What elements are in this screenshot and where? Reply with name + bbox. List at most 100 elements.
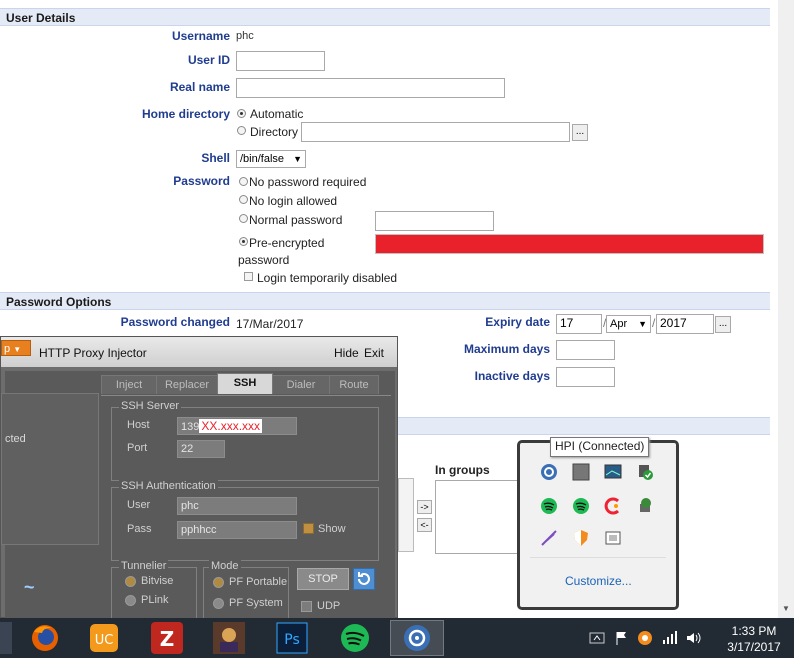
bitvise-radio[interactable] xyxy=(125,576,136,587)
avast-shield-icon[interactable] xyxy=(572,529,590,547)
svg-text:Ps: Ps xyxy=(284,632,300,648)
homedir-directory-radio[interactable] xyxy=(237,126,246,135)
expiry-day-input[interactable]: 17 xyxy=(556,314,602,334)
username-value: phc xyxy=(236,30,254,42)
host-label: Host xyxy=(127,419,150,431)
show-label: Show xyxy=(318,523,346,535)
network-icon[interactable] xyxy=(636,497,654,515)
mode-group xyxy=(203,567,289,619)
taskbar-game-z[interactable]: Z xyxy=(140,620,194,656)
display-icon[interactable] xyxy=(604,529,622,547)
monitor-icon[interactable] xyxy=(604,463,622,481)
ssh-server-title: SSH Server xyxy=(119,400,182,412)
pf-portable-radio[interactable] xyxy=(213,577,224,588)
homedir-automatic-label: Automatic xyxy=(250,107,304,121)
inactive-days-input[interactable] xyxy=(556,367,615,387)
password-nologin-radio[interactable] xyxy=(239,195,248,204)
clock-date: 3/17/2017 xyxy=(727,640,781,654)
tunnelier-title: Tunnelier xyxy=(119,560,169,572)
proxy-menu-button[interactable]: p ▼ xyxy=(1,340,31,356)
taskbar-photoshop[interactable]: Ps xyxy=(265,620,319,656)
spotify-icon[interactable] xyxy=(540,497,558,515)
password-preencrypted-radio[interactable] xyxy=(239,237,248,246)
refresh-icon[interactable] xyxy=(353,568,375,590)
password-normal-radio[interactable] xyxy=(239,214,248,223)
maximum-days-input[interactable] xyxy=(556,340,615,360)
remove-group-button[interactable]: <- xyxy=(417,518,432,532)
taskbar-firefox[interactable] xyxy=(18,620,72,656)
start-edge[interactable] xyxy=(0,622,12,654)
shield-check-icon[interactable] xyxy=(636,463,654,481)
scroll-down-icon[interactable]: ▼ xyxy=(782,604,790,613)
window-icon[interactable] xyxy=(572,463,590,481)
action-center-flag-icon[interactable] xyxy=(613,630,629,646)
proxy-exit-button[interactable]: Exit xyxy=(364,346,384,360)
stop-button[interactable]: STOP xyxy=(297,568,349,590)
chevron-down-icon: ▼ xyxy=(13,345,22,354)
password-preencrypted-input[interactable] xyxy=(375,234,764,254)
spotify-icon-2[interactable] xyxy=(572,497,590,515)
user-details-header: User Details xyxy=(0,8,770,26)
password-normal-input[interactable] xyxy=(375,211,494,231)
volume-icon[interactable] xyxy=(685,630,701,646)
userid-input[interactable] xyxy=(236,51,325,71)
feather-icon[interactable] xyxy=(540,529,558,547)
expiry-month-select[interactable]: Apr ▼ xyxy=(606,315,651,333)
show-checkbox[interactable] xyxy=(303,523,314,534)
tab-inject[interactable]: Inject xyxy=(101,375,157,394)
pass-input[interactable]: pphhcc xyxy=(177,521,297,539)
taskbar-game-warrior[interactable] xyxy=(202,620,256,656)
expiry-year-input[interactable]: 2017 xyxy=(656,314,714,334)
svg-text:Z: Z xyxy=(160,627,175,651)
show-hidden-icons-icon[interactable] xyxy=(589,630,605,646)
signal-bars-icon[interactable] xyxy=(661,630,677,646)
password-nologin-label: No login allowed xyxy=(249,194,338,208)
expiry-browse-button[interactable]: ... xyxy=(715,316,731,333)
plink-label: PLink xyxy=(141,594,169,606)
taskbar-spotify[interactable] xyxy=(328,620,382,656)
taskbar-uc-browser[interactable]: UC xyxy=(77,620,131,656)
tab-route[interactable]: Route xyxy=(329,375,379,394)
password-none-radio[interactable] xyxy=(239,177,248,186)
host-input[interactable]: 139 XX.xxx.xxx xyxy=(177,417,297,435)
tab-ssh[interactable]: SSH xyxy=(217,373,273,394)
password-normal-label: Normal password xyxy=(249,213,343,227)
add-group-button[interactable]: -> xyxy=(417,500,432,514)
login-disabled-checkbox[interactable] xyxy=(244,272,253,281)
photoshop-icon: Ps xyxy=(276,622,308,654)
hpi-icon[interactable] xyxy=(540,463,558,481)
maximum-days-label: Maximum days xyxy=(463,342,550,356)
password-none-label: No password required xyxy=(249,175,367,189)
taskbar: UC Z Ps 1:33 PM 3/17/2017 xyxy=(0,618,794,658)
homedir-browse-button[interactable]: ... xyxy=(572,124,588,141)
realname-input[interactable] xyxy=(236,78,505,98)
pf-system-radio[interactable] xyxy=(213,598,224,609)
chevron-down-icon: ▼ xyxy=(293,154,302,164)
plink-radio[interactable] xyxy=(125,595,136,606)
port-input[interactable]: 22 xyxy=(177,440,225,458)
in-groups-list[interactable] xyxy=(435,480,527,554)
taskbar-hpi[interactable] xyxy=(390,620,444,656)
taskbar-clock[interactable]: 1:33 PM 3/17/2017 xyxy=(714,618,794,658)
realname-label: Real name xyxy=(169,80,230,94)
proxy-body: cted ~ Inject Replacer SSH Dialer Route … xyxy=(1,371,395,619)
tab-replacer[interactable]: Replacer xyxy=(156,375,218,394)
avast-tray-icon[interactable] xyxy=(637,630,653,646)
groups-scrollbar[interactable] xyxy=(398,478,414,552)
udp-checkbox[interactable] xyxy=(301,601,312,612)
shell-select[interactable]: /bin/false ▼ xyxy=(236,150,306,168)
password-changed-value: 17/Mar/2017 xyxy=(236,317,304,331)
user-input[interactable]: phc xyxy=(177,497,297,515)
proxy-hide-button[interactable]: Hide xyxy=(334,346,359,360)
proxy-title: HTTP Proxy Injector xyxy=(39,346,147,360)
firefox-icon xyxy=(32,625,58,651)
tab-dialer[interactable]: Dialer xyxy=(272,375,330,394)
customize-link[interactable]: Customize... xyxy=(565,574,632,588)
ccleaner-icon[interactable] xyxy=(604,497,622,515)
pass-label: Pass xyxy=(127,523,152,535)
homedir-automatic-radio[interactable] xyxy=(237,109,246,118)
ssh-auth-title: SSH Authentication xyxy=(119,480,218,492)
page-scrollbar[interactable]: ▼ xyxy=(778,0,794,618)
host-prefix: 139 xyxy=(181,421,200,433)
homedir-directory-input[interactable] xyxy=(301,122,570,142)
